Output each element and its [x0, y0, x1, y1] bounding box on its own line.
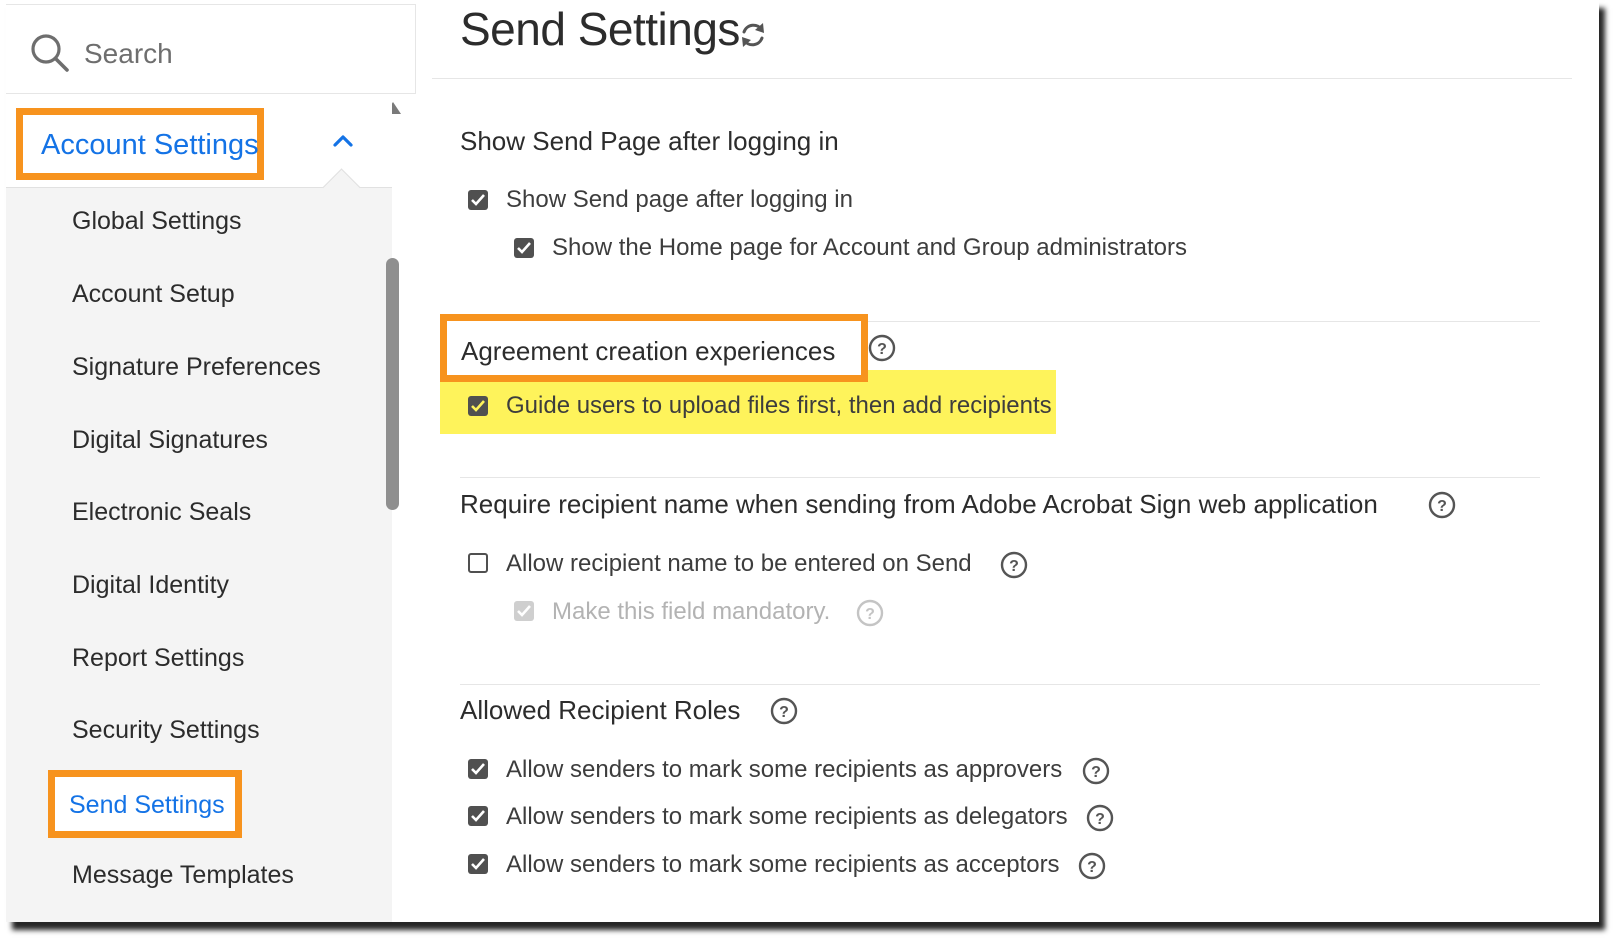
- svg-text:?: ?: [865, 606, 875, 623]
- chevron-up-icon[interactable]: [332, 130, 354, 152]
- nav-item-report-settings[interactable]: Report Settings: [72, 644, 244, 673]
- nav-item-global-settings[interactable]: Global Settings: [72, 207, 242, 236]
- account-settings-callout: Account Settings: [16, 108, 264, 180]
- section-heading-allowed-recipient-roles: Allowed Recipient Roles: [460, 695, 741, 725]
- account-settings-header[interactable]: Account Settings: [6, 98, 392, 207]
- nav-item-security-settings[interactable]: Security Settings: [72, 716, 260, 745]
- help-icon: ?: [856, 599, 884, 627]
- checkbox-allow-acceptors[interactable]: [468, 854, 488, 874]
- option-allow-recipient-name[interactable]: Allow recipient name to be entered on Se…: [506, 550, 972, 578]
- option-allow-delegators[interactable]: Allow senders to mark some recipients as…: [506, 803, 1068, 831]
- nav-item-digital-identity[interactable]: Digital Identity: [72, 571, 229, 600]
- option-show-home-page[interactable]: Show the Home page for Account and Group…: [552, 234, 1187, 262]
- option-allow-approvers[interactable]: Allow senders to mark some recipients as…: [506, 756, 1062, 784]
- checkbox-show-home-page[interactable]: [514, 238, 534, 258]
- help-icon[interactable]: ?: [1428, 491, 1456, 519]
- send-settings-callout: Send Settings: [48, 770, 242, 838]
- settings-nav: Account Settings Global Settings Account…: [6, 98, 392, 922]
- account-settings-title[interactable]: Account Settings: [41, 129, 259, 162]
- help-icon[interactable]: ?: [1000, 551, 1028, 579]
- nav-item-send-settings[interactable]: Send Settings: [69, 791, 225, 820]
- scrollbar-thumb[interactable]: [386, 258, 399, 510]
- nav-item-signature-preferences[interactable]: Signature Preferences: [72, 353, 321, 382]
- checkbox-allow-delegators[interactable]: [468, 806, 488, 826]
- svg-text:?: ?: [877, 341, 887, 358]
- svg-text:?: ?: [1087, 859, 1097, 876]
- header-pointer-notch: [322, 168, 361, 207]
- checkbox-field-mandatory: [514, 601, 534, 621]
- app-frame: Search Account Settings Global Settings …: [6, 0, 1599, 922]
- search-box[interactable]: Search: [6, 4, 416, 94]
- checkbox-allow-recipient-name[interactable]: [468, 553, 488, 573]
- refresh-icon[interactable]: [736, 18, 770, 52]
- svg-text:?: ?: [779, 704, 789, 721]
- nav-item-electronic-seals[interactable]: Electronic Seals: [72, 498, 251, 527]
- section-divider: [460, 684, 1540, 685]
- section-divider: [460, 477, 1540, 478]
- nav-item-digital-signatures[interactable]: Digital Signatures: [72, 426, 268, 455]
- search-icon: [31, 34, 69, 72]
- svg-text:?: ?: [1095, 811, 1105, 828]
- nav-item-message-templates[interactable]: Message Templates: [72, 861, 294, 890]
- help-icon[interactable]: ?: [868, 334, 896, 362]
- sidebar: Search Account Settings Global Settings …: [6, 0, 426, 922]
- help-icon[interactable]: ?: [1082, 757, 1110, 785]
- option-allow-acceptors[interactable]: Allow senders to mark some recipients as…: [506, 851, 1060, 879]
- main-content: Send Settings Show Send Page after loggi…: [432, 0, 1599, 922]
- checkbox-guide-users[interactable]: [468, 396, 488, 416]
- search-input[interactable]: Search: [84, 38, 173, 70]
- checkbox-show-send-page[interactable]: [468, 190, 488, 210]
- svg-text:?: ?: [1009, 558, 1019, 575]
- section-heading-require-recipient-name: Require recipient name when sending from…: [460, 489, 1378, 519]
- page-title: Send Settings: [460, 3, 740, 55]
- option-show-send-page[interactable]: Show Send page after logging in: [506, 186, 853, 214]
- agreement-creation-callout: Agreement creation experiences: [440, 314, 868, 382]
- nav-item-account-setup[interactable]: Account Setup: [72, 280, 235, 309]
- svg-text:?: ?: [1437, 498, 1447, 515]
- help-icon[interactable]: ?: [1078, 852, 1106, 880]
- checkbox-allow-approvers[interactable]: [468, 759, 488, 779]
- title-divider: [432, 78, 1572, 79]
- svg-text:?: ?: [1091, 764, 1101, 781]
- section-heading-show-send-page: Show Send Page after logging in: [460, 126, 839, 156]
- help-icon[interactable]: ?: [1086, 804, 1114, 832]
- option-field-mandatory: Make this field mandatory.: [552, 598, 831, 625]
- option-guide-users[interactable]: Guide users to upload files first, then …: [506, 392, 1052, 420]
- help-icon[interactable]: ?: [770, 697, 798, 725]
- section-heading-agreement-creation: Agreement creation experiences: [461, 336, 836, 366]
